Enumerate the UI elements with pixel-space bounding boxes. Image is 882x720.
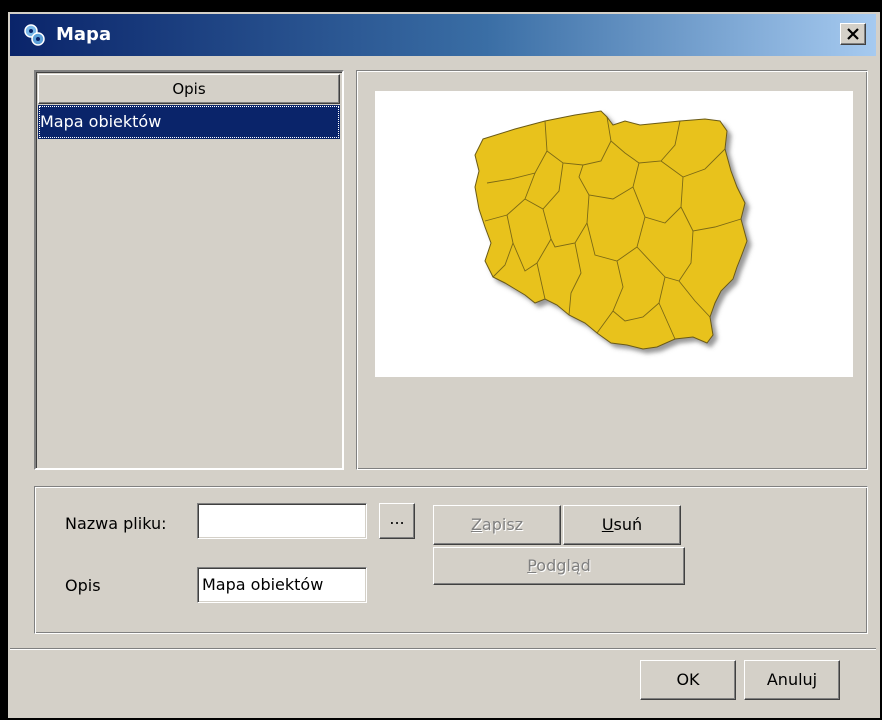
- save-button-label-post: apisz: [481, 515, 524, 534]
- cancel-button-label: Anuluj: [766, 670, 818, 689]
- filename-input[interactable]: [197, 503, 367, 539]
- dialog-client-area: Opis Mapa obiektów Nazwa pliku: ... Opis…: [10, 56, 876, 716]
- delete-button-hotkey: U: [601, 515, 614, 534]
- preview-button-label-post: odgląd: [536, 556, 591, 575]
- filename-label: Nazwa pliku:: [65, 514, 167, 533]
- save-button[interactable]: Zapisz: [433, 505, 561, 545]
- save-button-hotkey: Z: [470, 515, 482, 534]
- dialog-window: Mapa Opis Mapa obiektów Nazwa pliku: ...…: [0, 0, 882, 720]
- delete-button-label-post: suń: [613, 515, 643, 534]
- map-list[interactable]: Opis Mapa obiektów: [34, 70, 344, 470]
- description-input[interactable]: Mapa obiektów: [197, 567, 367, 603]
- close-button[interactable]: [840, 23, 866, 45]
- description-label: Opis: [65, 576, 101, 595]
- close-icon: [847, 28, 859, 40]
- title-bar[interactable]: Mapa: [10, 14, 876, 56]
- preview-button[interactable]: Podgląd: [433, 547, 685, 585]
- window-title: Mapa: [56, 24, 112, 45]
- preview-button-hotkey: P: [527, 556, 537, 575]
- column-header-opis[interactable]: Opis: [38, 74, 340, 104]
- file-form-group: Nazwa pliku: ... Opis Mapa obiektów Zapi…: [34, 486, 868, 634]
- map-preview-panel: [356, 70, 868, 470]
- footer-separator: [10, 648, 876, 650]
- cancel-button[interactable]: Anuluj: [744, 660, 840, 700]
- ok-button[interactable]: OK: [640, 660, 736, 700]
- poland-map-image: [474, 110, 748, 350]
- gears-icon: [24, 24, 45, 46]
- map-preview-image: [375, 91, 853, 377]
- browse-button[interactable]: ...: [379, 503, 415, 539]
- ok-button-label: OK: [676, 670, 700, 689]
- list-item[interactable]: Mapa obiektów: [38, 105, 340, 139]
- browse-button-label: ...: [389, 509, 405, 528]
- delete-button[interactable]: Usuń: [563, 505, 681, 545]
